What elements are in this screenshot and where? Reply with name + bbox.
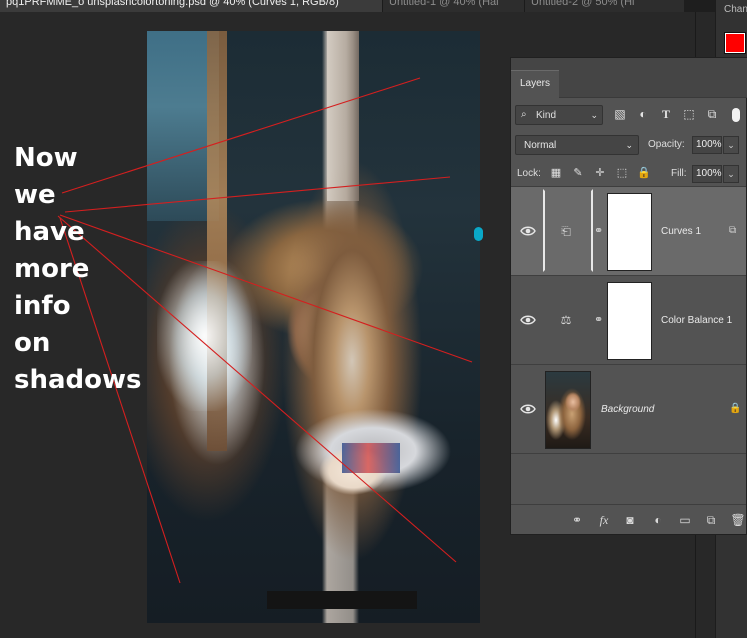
chevron-down-icon: ⌄ <box>590 110 598 120</box>
background-thumbnail[interactable] <box>545 371 591 449</box>
document-tab-untitled-1[interactable]: Untitled-1 @ 40% (Hal <box>382 0 524 12</box>
photo-neon-sign <box>157 261 252 411</box>
lock-transparent-pixels-icon[interactable]: ▦ <box>549 165 563 181</box>
canvas-edge-handle[interactable] <box>474 227 483 241</box>
eye-visibility-icon[interactable] <box>520 314 536 326</box>
blend-mode-value: Normal <box>524 140 557 151</box>
eye-visibility-icon[interactable] <box>520 403 536 415</box>
fx-icon[interactable]: fx <box>596 512 612 528</box>
layer-mask-thumbnail[interactable] <box>607 193 652 271</box>
clipping-mask-icon: ⧉ <box>729 225 737 236</box>
link-chain-icon[interactable]: ⚭ <box>594 224 604 238</box>
document-tab-bar: pq1PRFMME_o unsplashcolortoning.psd @ 40… <box>0 0 747 12</box>
canvas-photo[interactable] <box>147 31 480 623</box>
annotation-text: Now we have more info on shadows <box>14 140 142 399</box>
annotation-line-text: Now <box>14 143 78 173</box>
annotation-line-text: shadows <box>14 365 142 395</box>
search-icon: ⌕ <box>521 109 527 120</box>
photo-shirt-print <box>342 443 400 473</box>
layer-row-curves-1[interactable]: ⎗ ⚭ Curves 1 ⧉ <box>511 187 746 276</box>
lock-icon: 🔒 <box>729 403 742 414</box>
new-adjustment-layer-icon[interactable]: ◐ <box>650 512 666 528</box>
fill-input[interactable]: 100% <box>692 165 722 183</box>
annotation-line-text: on <box>14 328 51 358</box>
lock-row: Lock: ▦ ✎ ✛ ⬚ 🔒 Fill: 100% ⌄ <box>515 163 744 185</box>
opacity-input[interactable]: 100% <box>692 136 722 154</box>
photo-belt <box>267 591 417 609</box>
type-filter-icon[interactable]: T <box>659 107 673 121</box>
blend-mode-select[interactable]: Normal ⌄ <box>515 135 639 155</box>
layers-panel-header: Layers <box>511 58 747 98</box>
smart-object-filter-icon[interactable]: ⧉ <box>705 107 719 121</box>
document-tab-active[interactable]: pq1PRFMME_o unsplashcolortoning.psd @ 40… <box>0 0 382 12</box>
kind-filter-select[interactable]: ⌕ Kind ⌄ <box>515 105 603 125</box>
layer-filter-row: ⌕ Kind ⌄ ▧ ◐ T ⬚ ⧉ <box>515 105 744 127</box>
lock-all-icon[interactable]: 🔒 <box>637 165 651 181</box>
foreground-color-swatch[interactable] <box>724 32 746 54</box>
fill-label: Fill: <box>671 168 687 179</box>
fill-dropdown-icon[interactable]: ⌄ <box>723 165 739 183</box>
layer-name[interactable]: Color Balance 1 <box>661 315 732 326</box>
opacity-dropdown-icon[interactable]: ⌄ <box>723 136 739 154</box>
annotation-line-text: info <box>14 291 71 321</box>
lock-image-pixels-icon[interactable]: ✎ <box>571 165 585 181</box>
annotation-line-text: we <box>14 180 56 210</box>
link-layers-icon[interactable]: ⚭ <box>569 512 585 528</box>
annotation-line-text: more <box>14 254 90 284</box>
opacity-label: Opacity: <box>648 139 685 150</box>
layer-row-background[interactable]: Background 🔒 <box>511 365 746 454</box>
layers-panel: Layers ⌕ Kind ⌄ ▧ ◐ T ⬚ ⧉ Normal ⌄ Opaci… <box>510 57 747 535</box>
lock-artboard-icon[interactable]: ⬚ <box>615 165 629 181</box>
color-balance-icon: ⚖ <box>560 313 572 327</box>
lock-position-icon[interactable]: ✛ <box>593 165 607 181</box>
link-chain-icon[interactable]: ⚭ <box>594 313 604 327</box>
photo-pillar <box>327 31 359 201</box>
eye-visibility-icon[interactable] <box>520 225 536 237</box>
new-layer-icon[interactable]: ⧉ <box>703 512 719 528</box>
lock-label: Lock: <box>517 168 541 179</box>
new-group-folder-icon[interactable]: ▭ <box>677 512 693 528</box>
layer-row-color-balance-1[interactable]: ⚖ ⚭ Color Balance 1 <box>511 276 746 365</box>
layer-mask-thumbnail[interactable] <box>607 282 652 360</box>
annotation-line-text: have <box>14 217 85 247</box>
tab-layers[interactable]: Layers <box>511 70 559 98</box>
layers-panel-footer: ⚭ fx ◙ ◐ ▭ ⧉ 🗑 <box>511 504 746 534</box>
layer-list: ⎗ ⚭ Curves 1 ⧉ ⚖ ⚭ Color Balance 1 Backg… <box>511 186 746 456</box>
add-mask-icon[interactable]: ◙ <box>622 512 638 528</box>
layer-name[interactable]: Background <box>601 404 654 415</box>
document-tab-untitled-2[interactable]: Untitled-2 @ 50% (Hi <box>524 0 684 12</box>
filter-toggle-switch[interactable] <box>732 108 740 122</box>
curves-adjustment-icon: ⎗ <box>561 224 571 238</box>
image-filter-icon[interactable]: ▧ <box>613 107 627 121</box>
chevron-down-icon: ⌄ <box>625 140 633 150</box>
trash-icon[interactable]: 🗑 <box>730 512 746 528</box>
layer-name[interactable]: Curves 1 <box>661 226 701 237</box>
blend-row: Normal ⌄ Opacity: 100% ⌄ <box>515 135 744 157</box>
kind-filter-label: Kind <box>536 110 557 121</box>
adjustment-filter-icon[interactable]: ◐ <box>636 107 650 121</box>
shape-filter-icon[interactable]: ⬚ <box>682 107 696 121</box>
channels-tab[interactable]: Chan <box>724 4 747 15</box>
